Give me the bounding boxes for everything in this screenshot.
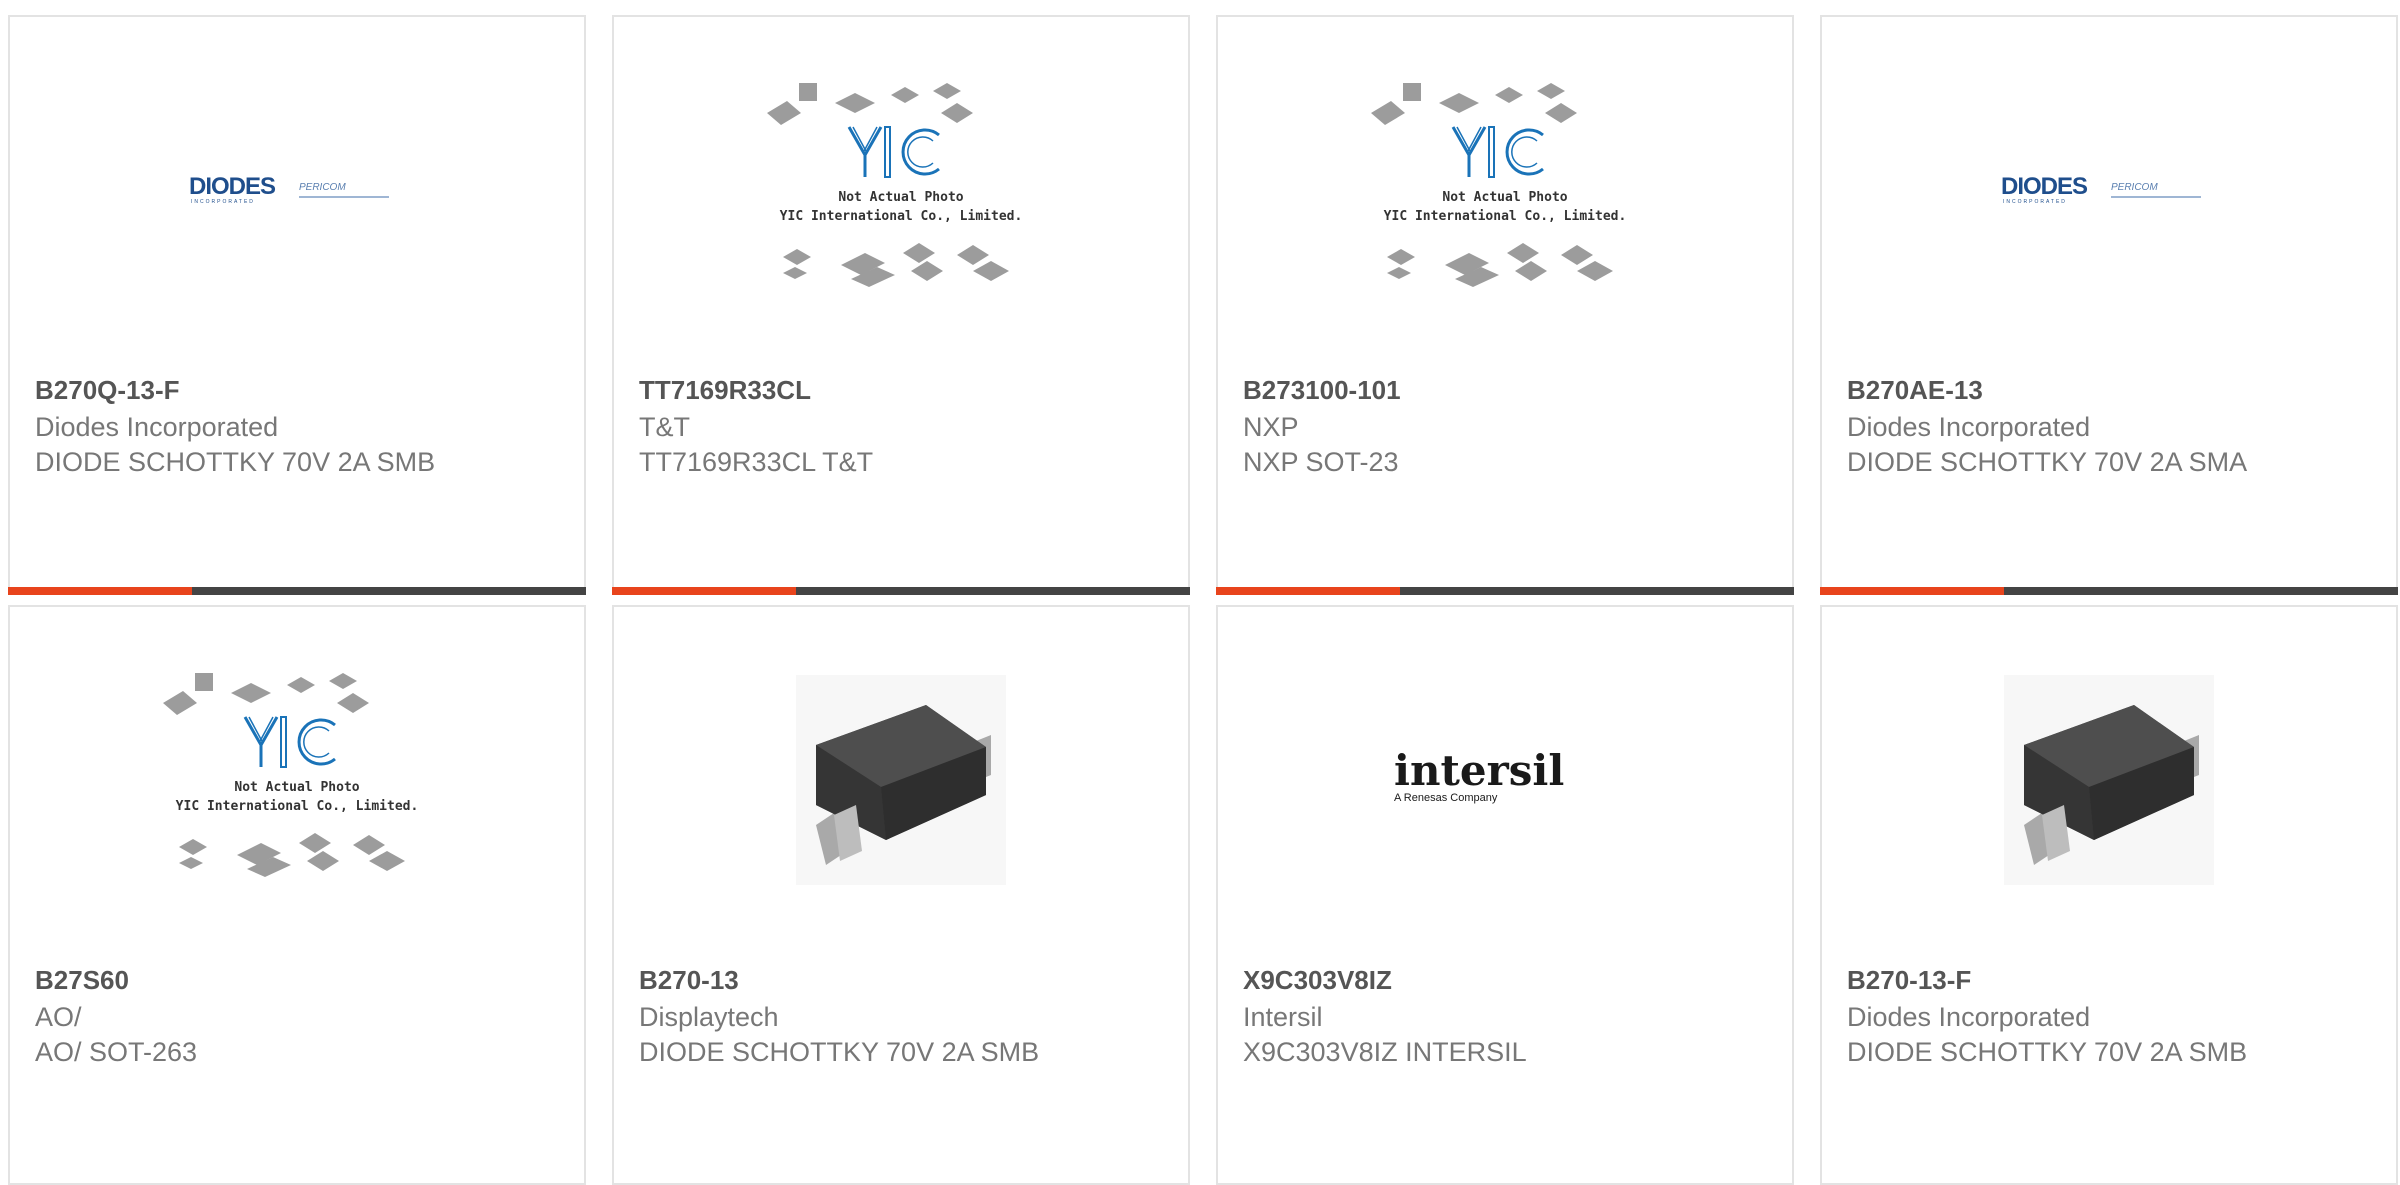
part-number-link[interactable]: B270Q-13-F [35,375,180,406]
product-image[interactable] [614,607,1188,952]
card-accent-bar [1820,587,2004,595]
product-image[interactable]: DIODES INCORPORATED PERICOM [1822,17,2396,362]
svg-text:PERICOM: PERICOM [2111,182,2158,193]
svg-text:Not Actual Photo: Not Actual Photo [1442,190,1567,205]
part-number-link[interactable]: B270-13 [639,965,739,996]
product-grid: DIODES INCORPORATED PERICOM B270Q-13-F D… [0,0,2400,1185]
smb-package-photo-icon [2004,674,2214,885]
card-bottom-bar [1216,587,1794,595]
part-number-link[interactable]: X9C303V8IZ [1243,965,1392,996]
manufacturer-label: Displaytech [639,1002,779,1032]
product-card[interactable]: B270-13-F Diodes Incorporated DIODE SCHO… [1820,605,2398,1185]
yic-placeholder-icon: Not Actual Photo YIC International Co., … [767,82,1023,287]
part-number-link[interactable]: B270AE-13 [1847,375,1983,406]
svg-text:YIC International Co., Limited: YIC International Co., Limited. [176,799,419,814]
part-number-link[interactable]: B270-13-F [1847,965,1971,996]
manufacturer-label: AO/ [35,1002,82,1032]
card-accent-bar [1216,587,1400,595]
part-number-link[interactable]: B27S60 [35,965,129,996]
description-label: DIODE SCHOTTKY 70V 2A SMB [1847,1037,2248,1067]
product-card[interactable]: intersil A Renesas Company X9C303V8IZ In… [1216,605,1794,1185]
product-card[interactable]: Not Actual Photo YIC International Co., … [612,15,1190,595]
svg-text:A Renesas Company: A Renesas Company [1394,792,1498,804]
description-label: X9C303V8IZ INTERSIL [1243,1037,1527,1067]
svg-text:INCORPORATED: INCORPORATED [2003,199,2067,205]
product-image[interactable]: Not Actual Photo YIC International Co., … [10,607,584,952]
card-bottom-bar [1820,587,2398,595]
product-card[interactable]: B270-13 Displaytech DIODE SCHOTTKY 70V 2… [612,605,1190,1185]
product-image[interactable] [1822,607,2396,952]
yic-placeholder-icon: Not Actual Photo YIC International Co., … [163,672,419,877]
svg-text:DIODES: DIODES [189,173,276,200]
svg-text:PERICOM: PERICOM [299,182,346,193]
card-accent-bar [612,587,796,595]
card-accent-bar [8,587,192,595]
product-card[interactable]: DIODES INCORPORATED PERICOM B270Q-13-F D… [8,15,586,595]
yic-placeholder-icon: Not Actual Photo YIC International Co., … [1371,82,1627,287]
manufacturer-label: T&T [639,412,690,442]
product-image[interactable]: Not Actual Photo YIC International Co., … [614,17,1188,362]
description-label: DIODE SCHOTTKY 70V 2A SMB [639,1037,1040,1067]
product-image[interactable]: Not Actual Photo YIC International Co., … [1218,17,1792,362]
intersil-logo-icon: intersil A Renesas Company [1394,746,1564,804]
svg-text:YIC International Co., Limited: YIC International Co., Limited. [1384,209,1627,224]
product-image[interactable]: DIODES INCORPORATED PERICOM [10,17,584,362]
product-image[interactable]: intersil A Renesas Company [1218,607,1792,952]
smb-package-photo-icon [796,674,1006,885]
part-number-link[interactable]: TT7169R33CL [639,375,811,406]
product-card[interactable]: DIODES INCORPORATED PERICOM B270AE-13 Di… [1820,15,2398,595]
svg-text:Not Actual Photo: Not Actual Photo [838,190,963,205]
description-label: NXP SOT-23 [1243,447,1399,477]
diodes-logo-icon: DIODES INCORPORATED PERICOM [189,173,389,205]
svg-text:INCORPORATED: INCORPORATED [191,199,255,205]
description-label: AO/ SOT-263 [35,1037,198,1067]
svg-text:Not Actual Photo: Not Actual Photo [234,780,359,795]
product-card[interactable]: Not Actual Photo YIC International Co., … [8,605,586,1185]
diodes-logo-icon: DIODES INCORPORATED PERICOM [2001,173,2201,205]
svg-text:intersil: intersil [1394,746,1564,795]
manufacturer-label: Intersil [1243,1002,1323,1032]
manufacturer-label: Diodes Incorporated [1847,412,2091,442]
manufacturer-label: Diodes Incorporated [1847,1002,2091,1032]
part-number-link[interactable]: B273100-101 [1243,375,1401,406]
product-card[interactable]: Not Actual Photo YIC International Co., … [1216,15,1794,595]
card-bottom-bar [612,587,1190,595]
description-label: DIODE SCHOTTKY 70V 2A SMA [1847,447,2248,477]
description-label: DIODE SCHOTTKY 70V 2A SMB [35,447,436,477]
manufacturer-label: NXP [1243,412,1299,442]
manufacturer-label: Diodes Incorporated [35,412,279,442]
svg-text:DIODES: DIODES [2001,173,2088,200]
svg-text:YIC International Co., Limited: YIC International Co., Limited. [780,209,1023,224]
description-label: TT7169R33CL T&T [639,447,874,477]
card-bottom-bar [8,587,586,595]
